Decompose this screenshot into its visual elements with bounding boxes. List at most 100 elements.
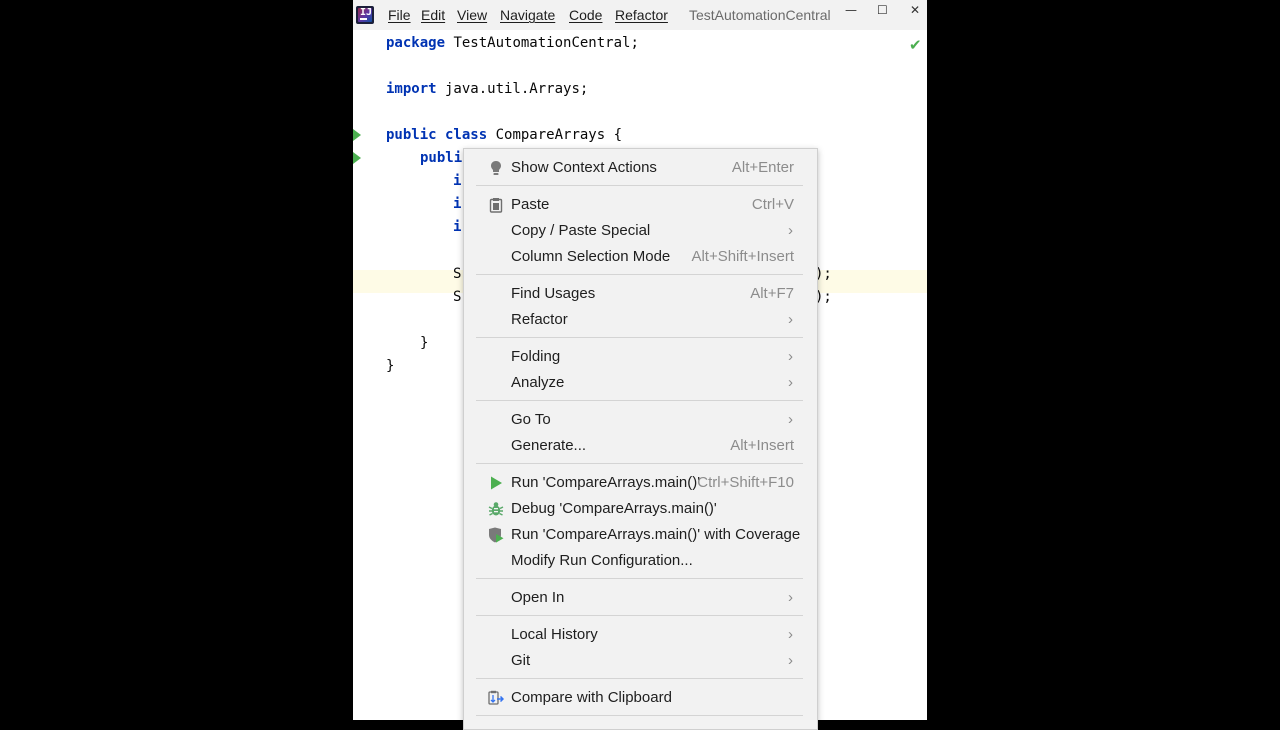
run-main-gutter-icon[interactable] [353,152,361,164]
menu-item-analyze[interactable]: Analyze › [464,370,817,396]
menu-item-label: Modify Run Configuration... [511,552,693,569]
menu-separator [476,578,803,579]
menu-separator [476,400,803,401]
menu-item-label: Open In [511,589,565,606]
chevron-right-icon: › [788,348,793,365]
menu-item-label: Show Context Actions [511,159,657,176]
menu-separator [476,463,803,464]
menu-item-label: Copy / Paste Special [511,222,651,239]
chevron-right-icon: › [788,652,793,669]
menu-separator [476,274,803,275]
code-text: TestAutomationCentral; [445,35,639,51]
close-icon[interactable]: ✕ [910,3,920,17]
keyword: i [453,173,462,189]
menu-item-show-context-actions[interactable]: Show Context Actions Alt+Enter [464,155,817,181]
menu-item-compare-with-clipboard[interactable]: Compare with Clipboard [464,685,817,711]
code-line-main: publi [420,150,462,166]
chevron-right-icon: › [788,374,793,391]
code-text: java.util.Arrays; [436,81,589,97]
editor-context-menu: Show Context Actions Alt+Enter Paste Ctr… [463,148,818,730]
menu-view[interactable]: View [457,7,487,23]
compare-clipboard-icon [488,690,504,705]
menu-separator [476,185,803,186]
keyword: package [386,35,446,51]
menu-separator [476,678,803,679]
menu-refactor[interactable]: Refactor [615,7,668,23]
menu-file[interactable]: File [388,7,411,23]
menu-item-refactor[interactable]: Refactor › [464,307,817,333]
chevron-right-icon: › [788,222,793,239]
minimize-icon[interactable]: — [845,3,857,17]
run-class-gutter-icon[interactable] [353,129,361,141]
logo-text: IJ [360,7,373,18]
code-line: S [453,266,461,282]
title-menu-bar: IJ File Edit View Navigate Code Refactor… [353,0,927,30]
menu-item-copy-paste-special[interactable]: Copy / Paste Special › [464,218,817,244]
code-text: S [453,266,462,282]
window-title: TestAutomationCentral [689,7,831,23]
menu-item-label: Git [511,652,531,669]
menu-item-column-selection-mode[interactable]: Column Selection Mode Alt+Shift+Insert [464,244,817,270]
menu-item-label: Analyze [511,374,565,391]
menu-item-shortcut: Alt+Shift+Insert [691,248,794,265]
code-line: S [453,289,461,305]
menu-item-label: Refactor [511,311,568,328]
clipboard-icon [489,198,503,213]
menu-item-shortcut: Ctrl+V [751,196,794,213]
menu-item-go-to[interactable]: Go To › [464,407,817,433]
code-text: CompareArrays { [487,127,623,143]
menu-item-shortcut: Alt+Insert [730,437,794,454]
debug-bug-icon [488,502,504,516]
menu-item-modify-run-configuration[interactable]: Modify Run Configuration... [464,548,817,574]
maximize-icon[interactable]: ☐ [877,3,888,17]
menu-item-label: Go To [511,411,551,428]
code-line: i [453,219,461,235]
code-line-package: package TestAutomationCentral; [386,35,639,51]
menu-item-open-in[interactable]: Open In › [464,585,817,611]
menu-item-label: Column Selection Mode [511,248,671,265]
menu-code[interactable]: Code [569,7,602,23]
menu-item-shortcut: Alt+Enter [731,159,794,176]
menu-item-label: Debug 'CompareArrays.main()' [511,500,717,517]
menu-navigate[interactable]: Navigate [500,7,555,23]
menu-item-shortcut: Alt+F7 [750,285,794,302]
menu-item-debug-main[interactable]: Debug 'CompareArrays.main()' [464,496,817,522]
menu-edit[interactable]: Edit [421,7,445,23]
keyword: class [436,127,488,143]
menu-item-paste[interactable]: Paste Ctrl+V [464,192,817,218]
menu-item-label: Run 'CompareArrays.main()' [511,474,701,491]
code-line-close-brace: } [386,358,394,374]
coverage-shield-icon [489,527,504,543]
code-line: i [453,173,461,189]
code-line-import: import java.util.Arrays; [386,81,588,97]
menu-item-run-with-coverage[interactable]: Run 'CompareArrays.main()' with Coverage [464,522,817,548]
chevron-right-icon: › [788,411,793,428]
menu-item-find-usages[interactable]: Find Usages Alt+F7 [464,281,817,307]
keyword: public [386,127,437,143]
menu-item-label: Run 'CompareArrays.main()' with Coverage [511,526,801,543]
keyword: i [453,196,462,212]
menu-item-label: Folding [511,348,561,365]
code-text: } [420,335,429,351]
keyword: i [453,219,462,235]
chevron-right-icon: › [788,311,793,328]
menu-item-generate[interactable]: Generate... Alt+Insert [464,433,817,459]
menu-item-folding[interactable]: Folding › [464,344,817,370]
menu-separator [476,715,803,716]
menu-separator [476,615,803,616]
keyword: import [386,81,437,97]
intellij-logo-icon[interactable]: IJ [356,6,374,24]
menu-item-label: Compare with Clipboard [511,689,672,706]
run-icon [491,476,502,490]
menu-separator [476,337,803,338]
menu-item-git[interactable]: Git › [464,648,817,674]
chevron-right-icon: › [788,589,793,606]
menu-item-run-main[interactable]: Run 'CompareArrays.main()' Ctrl+Shift+F1… [464,470,817,496]
code-line-close-brace: } [420,335,428,351]
keyword: publi [420,150,463,166]
code-text: S [453,289,462,305]
menu-item-local-history[interactable]: Local History › [464,622,817,648]
chevron-right-icon: › [788,626,793,643]
menu-item-label: Local History [511,626,598,643]
checkmark-icon[interactable]: ✔ [909,36,922,54]
